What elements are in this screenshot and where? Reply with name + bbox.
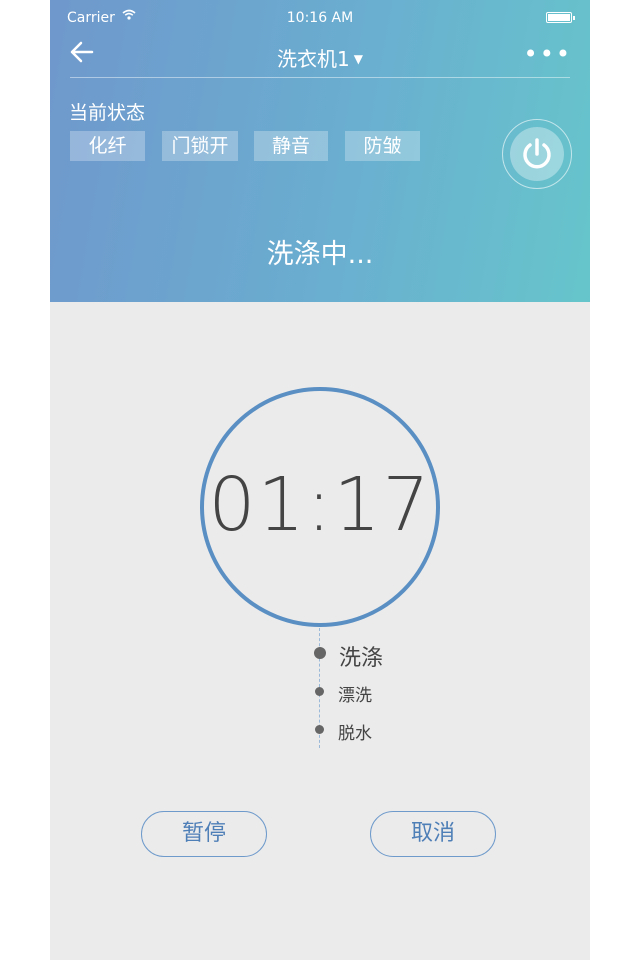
active-step-dot-icon (314, 647, 326, 659)
caret-down-icon: ▼ (353, 52, 363, 66)
header-panel: Carrier 10:16 AM 洗衣机1 ▼ ••• 当前状态 化纤 门锁开 … (50, 0, 590, 302)
state-tag: 化纤 (70, 131, 145, 161)
more-menu-icon[interactable]: ••• (524, 40, 572, 68)
device-title: 洗衣机1 (277, 47, 350, 71)
header-divider (70, 77, 570, 78)
pause-button[interactable]: 暂停 (141, 811, 267, 857)
step-label: 洗涤 (339, 646, 384, 671)
step-label: 漂洗 (338, 686, 372, 706)
state-tag: 防皱 (345, 131, 420, 161)
cancel-button[interactable]: 取消 (370, 811, 496, 857)
navigation-bar: 洗衣机1 ▼ ••• (50, 36, 590, 76)
step-dot-icon (315, 687, 324, 696)
step-label: 脱水 (338, 724, 372, 744)
step-dot-icon (315, 725, 324, 734)
washing-status: 洗涤中... (266, 239, 374, 270)
status-bar: Carrier 10:16 AM (50, 0, 590, 36)
state-tag: 静音 (254, 131, 328, 161)
current-state-label: 当前状态 (69, 102, 146, 124)
device-selector[interactable]: 洗衣机1 ▼ (50, 43, 590, 72)
clock-time: 10:16 AM (286, 10, 354, 26)
battery-icon (546, 12, 575, 23)
power-icon (510, 127, 564, 181)
state-tag: 门锁开 (162, 131, 238, 161)
phone-screen: Carrier 10:16 AM 洗衣机1 ▼ ••• 当前状态 化纤 门锁开 … (50, 0, 590, 960)
remaining-time: 01:17 (208, 462, 432, 548)
power-button[interactable] (502, 119, 572, 189)
